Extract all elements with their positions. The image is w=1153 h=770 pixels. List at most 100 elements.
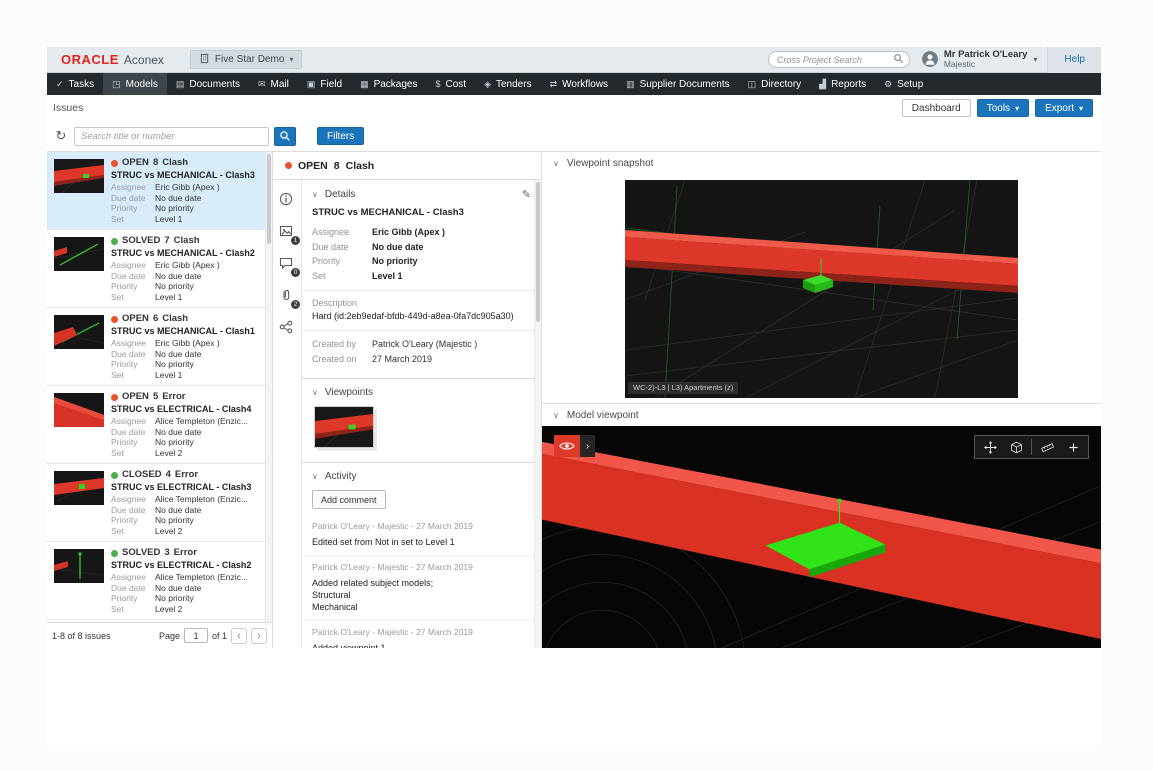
tools-button[interactable]: Tools ▾ bbox=[976, 99, 1030, 117]
issue-item-3[interactable]: SOLVED 3 Error STRUC vs ELECTRICAL - Clash… bbox=[47, 542, 272, 620]
cost-icon: $ bbox=[435, 79, 441, 89]
nav-tab-documents[interactable]: ▤ Documents bbox=[167, 73, 249, 95]
detail-label: Set bbox=[312, 270, 326, 281]
issues-search-button[interactable] bbox=[274, 126, 296, 146]
issue-status: CLOSED bbox=[122, 469, 162, 480]
collapse-icon[interactable]: ∨ bbox=[312, 388, 318, 397]
field-value: Alice Templeton (Enzic... bbox=[155, 572, 248, 582]
field-icon: ▣ bbox=[306, 78, 316, 89]
issue-item-8[interactable]: OPEN 8 Clash STRUC vs MECHANICAL - Clash3 … bbox=[47, 152, 272, 230]
nav-tab-tenders[interactable]: ◈ Tenders bbox=[475, 73, 541, 95]
search-icon[interactable] bbox=[893, 51, 904, 69]
field-label: Priority bbox=[111, 359, 138, 369]
model-viewport[interactable]: › bbox=[542, 426, 1101, 648]
info-icon[interactable] bbox=[279, 192, 295, 208]
field-label: Due date bbox=[111, 582, 146, 593]
visibility-button[interactable] bbox=[554, 435, 580, 457]
issue-detail-header: OPEN 8 Clash bbox=[273, 152, 541, 180]
detail-label: Created by bbox=[312, 339, 357, 349]
filters-button[interactable]: Filters bbox=[317, 127, 365, 145]
viewpoints-count-badge: 1 bbox=[290, 235, 301, 246]
cross-project-search[interactable] bbox=[767, 51, 910, 69]
page-total: of 1 bbox=[211, 630, 227, 641]
edit-icon[interactable]: ✎ bbox=[522, 188, 531, 201]
nav-label: Workflows bbox=[562, 78, 609, 90]
attachments-icon[interactable]: 2 bbox=[279, 288, 301, 310]
field-value: No priority bbox=[155, 593, 194, 603]
expand-tools-button[interactable]: › bbox=[580, 435, 595, 457]
issue-number: 7 bbox=[164, 235, 170, 246]
issue-thumbnail bbox=[54, 393, 104, 427]
detail-description: Hard (id:2eb9edaf-bfdb-449d-a8ea-0fa7dc9… bbox=[312, 311, 514, 321]
detail-type: Clash bbox=[345, 159, 375, 172]
chevron-down-icon: ▾ bbox=[1015, 103, 1020, 113]
previous-page-button[interactable]: ‹ bbox=[231, 627, 247, 644]
comments-icon[interactable]: 0 bbox=[279, 256, 301, 278]
issue-item-7[interactable]: SOLVED 7 Clash STRUC vs MECHANICAL - Clash… bbox=[47, 230, 272, 308]
collapse-icon[interactable]: ∨ bbox=[553, 411, 559, 420]
field-label: Due date bbox=[111, 192, 146, 203]
section-title-activity[interactable]: Activity bbox=[325, 471, 357, 482]
refresh-icon[interactable]: ↻ bbox=[53, 128, 69, 144]
issues-search-input[interactable] bbox=[74, 126, 269, 146]
collapse-icon[interactable]: ∨ bbox=[553, 159, 559, 168]
detail-created-on: 27 March 2019 bbox=[372, 353, 433, 364]
zoom-in-button[interactable] bbox=[1060, 436, 1086, 458]
field-value: Level 2 bbox=[155, 525, 183, 536]
model-viewpoint-panel: ∨ Model viewpoint › bbox=[542, 404, 1101, 648]
cube-tool-button[interactable] bbox=[1003, 436, 1029, 458]
nav-tab-supplier-documents[interactable]: ▥ Supplier Documents bbox=[617, 73, 739, 95]
nav-tab-cost[interactable]: $ Cost bbox=[427, 73, 476, 95]
user-organization: Majestic bbox=[943, 59, 976, 70]
measure-tool-button[interactable] bbox=[1034, 436, 1060, 458]
nav-tab-setup[interactable]: ⚙ Setup bbox=[875, 73, 932, 95]
nav-tab-mail[interactable]: ✉ Mail bbox=[249, 73, 298, 95]
nav-tab-field[interactable]: ▣ Field bbox=[298, 73, 351, 95]
page-number-input[interactable] bbox=[183, 628, 208, 643]
related-models-icon[interactable] bbox=[279, 320, 295, 336]
attachments-count-badge: 2 bbox=[290, 299, 301, 310]
field-label: Priority bbox=[111, 515, 138, 525]
issue-thumbnail bbox=[54, 237, 104, 271]
export-button[interactable]: Export ▾ bbox=[1035, 99, 1093, 117]
chevron-right-icon: › bbox=[585, 440, 590, 452]
packages-icon: ▦ bbox=[360, 78, 369, 89]
status-dot bbox=[111, 471, 118, 479]
section-title-details[interactable]: Details bbox=[325, 189, 356, 200]
field-value: Level 1 bbox=[155, 213, 183, 224]
nav-tab-directory[interactable]: ◫ Directory bbox=[739, 73, 811, 95]
field-label: Assignee bbox=[111, 572, 146, 582]
user-menu[interactable]: Mr Patrick O'Leary Majestic ▾ bbox=[921, 50, 1037, 70]
dashboard-button[interactable]: Dashboard bbox=[901, 99, 971, 117]
cross-project-search-input[interactable] bbox=[776, 54, 893, 65]
pan-tool-button[interactable] bbox=[977, 436, 1003, 458]
issue-item-5[interactable]: OPEN 5 Error STRUC vs ELECTRICAL - Clash4 … bbox=[47, 386, 272, 464]
nav-tab-tasks[interactable]: ✓ Tasks bbox=[47, 73, 103, 95]
issue-item-6[interactable]: OPEN 6 Clash STRUC vs MECHANICAL - Clash1 … bbox=[47, 308, 272, 386]
section-title-viewpoints[interactable]: Viewpoints bbox=[325, 387, 373, 398]
project-selector[interactable]: Five Star Demo ▾ bbox=[189, 50, 303, 69]
issue-list-scrollbar[interactable] bbox=[265, 152, 272, 622]
issue-thumbnail bbox=[54, 315, 104, 349]
nav-label: Tasks bbox=[68, 78, 95, 90]
issue-item-4[interactable]: CLOSED 4 Error STRUC vs ELECTRICAL - Clash… bbox=[47, 464, 272, 542]
detail-scrollbar[interactable] bbox=[534, 180, 541, 648]
issue-number: 4 bbox=[165, 469, 171, 480]
add-comment-button[interactable]: Add comment bbox=[312, 490, 386, 509]
collapse-icon[interactable]: ∨ bbox=[312, 472, 318, 481]
issues-toolbar: ↻ Filters bbox=[47, 121, 541, 151]
activity-text: Added viewpoint 1 bbox=[312, 643, 386, 648]
viewpoint-snapshot-panel: ∨ Viewpoint snapshot WC-2)-L3 | L3) Apar… bbox=[542, 152, 1101, 404]
viewpoints-icon[interactable]: 1 bbox=[279, 224, 301, 246]
viewpoint-thumbnail[interactable] bbox=[314, 406, 374, 448]
tools-label: Tools bbox=[986, 102, 1011, 114]
nav-tab-packages[interactable]: ▦ Packages bbox=[351, 73, 426, 95]
next-page-button[interactable]: › bbox=[251, 627, 267, 644]
collapse-icon[interactable]: ∨ bbox=[312, 190, 318, 199]
nav-tab-reports[interactable]: ▟ Reports bbox=[810, 73, 875, 95]
nav-tab-models[interactable]: ◳ Models bbox=[103, 73, 167, 95]
nav-tab-workflows[interactable]: ⇄ Workflows bbox=[541, 73, 617, 95]
help-link[interactable]: Help bbox=[1047, 46, 1101, 73]
status-dot bbox=[111, 237, 118, 245]
issue-title: STRUC vs ELECTRICAL - Clash2 bbox=[111, 560, 252, 570]
